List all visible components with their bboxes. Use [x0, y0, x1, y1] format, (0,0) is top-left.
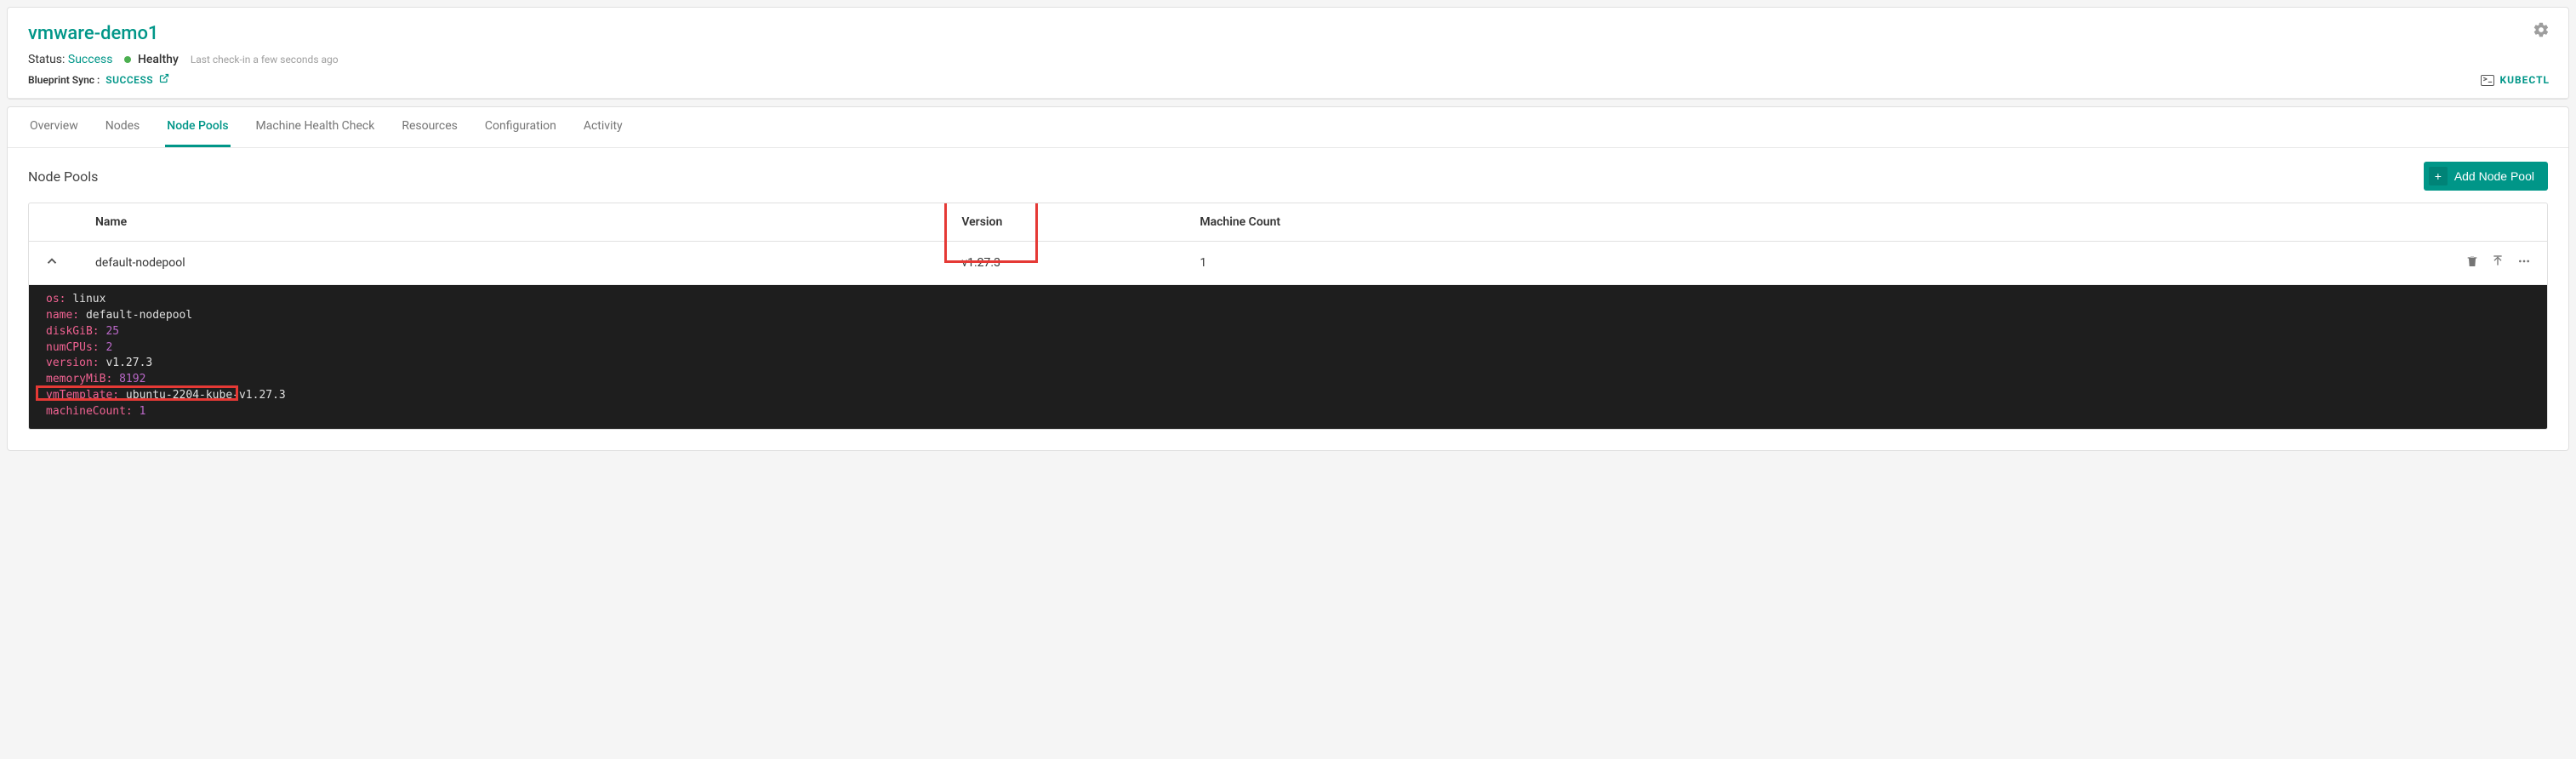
tab-resources[interactable]: Resources	[400, 107, 459, 147]
section-title: Node Pools	[28, 168, 98, 185]
cell-name: default-nodepool	[95, 256, 961, 270]
tab-activity[interactable]: Activity	[582, 107, 624, 147]
gear-icon[interactable]	[2533, 21, 2550, 42]
kubectl-label: KUBECTL	[2499, 74, 2550, 86]
col-name: Name	[95, 215, 961, 229]
tab-bar: Overview Nodes Node Pools Machine Health…	[8, 107, 2568, 148]
tab-configuration[interactable]: Configuration	[483, 107, 558, 147]
expand-toggle[interactable]	[44, 254, 95, 272]
tab-machine-health-check[interactable]: Machine Health Check	[254, 107, 377, 147]
upgrade-icon[interactable]	[2491, 254, 2505, 271]
terminal-icon: >_	[2481, 75, 2494, 86]
tab-node-pools[interactable]: Node Pools	[165, 107, 230, 147]
health-text: Healthy	[138, 53, 179, 66]
more-icon[interactable]	[2516, 254, 2532, 271]
col-version: Version	[961, 215, 1002, 229]
delete-icon[interactable]	[2465, 254, 2479, 271]
tab-nodes[interactable]: Nodes	[104, 107, 142, 147]
external-link-icon[interactable]	[159, 74, 169, 86]
table-row: default-nodepool v1.27.3 1	[29, 242, 2547, 285]
blueprint-sync-value[interactable]: SUCCESS	[105, 74, 153, 86]
cluster-title: vmware-demo1	[28, 23, 2548, 44]
status-label: Status:	[28, 53, 65, 66]
cell-machine-count: 1	[1200, 256, 2413, 270]
yaml-code-block: os: linux name: default-nodepool diskGiB…	[29, 285, 2547, 429]
col-machine-count: Machine Count	[1200, 215, 2413, 229]
cluster-header: vmware-demo1 Status: Success Healthy Las…	[8, 8, 2568, 99]
status-value: Success	[68, 53, 113, 66]
checkin-text: Last check-in a few seconds ago	[191, 54, 339, 66]
node-pools-table: Name Version Machine Count default-nodep…	[28, 203, 2548, 430]
kubectl-button[interactable]: >_ KUBECTL	[2481, 74, 2550, 86]
add-node-pool-label: Add Node Pool	[2454, 169, 2534, 183]
health-dot-icon	[124, 56, 131, 63]
cell-version: v1.27.3	[961, 256, 1200, 270]
blueprint-sync-label: Blueprint Sync :	[28, 74, 100, 86]
add-node-pool-button[interactable]: + Add Node Pool	[2424, 162, 2548, 191]
plus-icon: +	[2429, 167, 2448, 185]
tab-overview[interactable]: Overview	[28, 107, 80, 147]
